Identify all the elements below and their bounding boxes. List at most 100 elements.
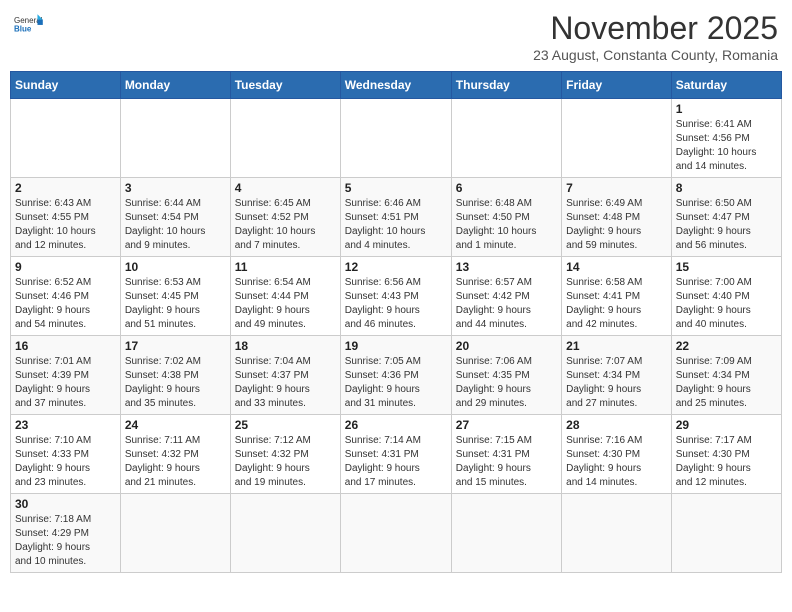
cell-info: Sunrise: 7:12 AM Sunset: 4:32 PM Dayligh… (235, 434, 336, 490)
column-header-monday: Monday (120, 72, 230, 99)
day-number: 23 (15, 418, 116, 432)
cell-info: Sunrise: 7:10 AM Sunset: 4:33 PM Dayligh… (15, 434, 116, 490)
calendar-cell: 20Sunrise: 7:06 AM Sunset: 4:35 PM Dayli… (451, 336, 561, 415)
cell-info: Sunrise: 7:17 AM Sunset: 4:30 PM Dayligh… (676, 434, 777, 490)
day-number: 21 (566, 339, 667, 353)
day-number: 28 (566, 418, 667, 432)
cell-info: Sunrise: 6:46 AM Sunset: 4:51 PM Dayligh… (345, 197, 447, 253)
column-header-thursday: Thursday (451, 72, 561, 99)
calendar-cell: 15 Sunrise: 7:00 AM Sunset: 4:40 PM Dayli… (671, 257, 781, 336)
calendar-cell: 9Sunrise: 6:52 AM Sunset: 4:46 PM Daylig… (11, 257, 121, 336)
column-header-saturday: Saturday (671, 72, 781, 99)
calendar-cell (671, 494, 781, 573)
cell-info: Sunrise: 7:18 AM Sunset: 4:29 PM Dayligh… (15, 513, 116, 569)
cell-info: Sunrise: 7:01 AM Sunset: 4:39 PM Dayligh… (15, 355, 116, 411)
calendar-cell: 3 Sunrise: 6:44 AM Sunset: 4:54 PM Daylig… (120, 178, 230, 257)
calendar-week-row: 16Sunrise: 7:01 AM Sunset: 4:39 PM Dayli… (11, 336, 782, 415)
calendar-cell: 28 Sunrise: 7:16 AM Sunset: 4:30 PM Dayli… (562, 415, 672, 494)
cell-info: Sunrise: 6:57 AM Sunset: 4:42 PM Dayligh… (456, 276, 557, 332)
day-number: 14 (566, 260, 667, 274)
calendar-cell: 2 Sunrise: 6:43 AM Sunset: 4:55 PM Daylig… (11, 178, 121, 257)
day-number: 2 (15, 181, 116, 195)
cell-info: Sunrise: 6:50 AM Sunset: 4:47 PM Dayligh… (676, 197, 777, 253)
day-number: 13 (456, 260, 557, 274)
day-number: 17 (125, 339, 226, 353)
day-number: 8 (676, 181, 777, 195)
calendar-table: SundayMondayTuesdayWednesdayThursdayFrid… (10, 71, 782, 573)
day-number: 6 (456, 181, 557, 195)
cell-info: Sunrise: 6:54 AM Sunset: 4:44 PM Dayligh… (235, 276, 336, 332)
cell-info: Sunrise: 7:00 AM Sunset: 4:40 PM Dayligh… (676, 276, 777, 332)
calendar-cell: 26 Sunrise: 7:14 AM Sunset: 4:31 PM Dayli… (340, 415, 451, 494)
day-number: 10 (125, 260, 226, 274)
calendar-cell: 29Sunrise: 7:17 AM Sunset: 4:30 PM Dayli… (671, 415, 781, 494)
calendar-cell (11, 99, 121, 178)
day-number: 12 (345, 260, 447, 274)
cell-info: Sunrise: 7:15 AM Sunset: 4:31 PM Dayligh… (456, 434, 557, 490)
column-header-tuesday: Tuesday (230, 72, 340, 99)
calendar-cell: 1Sunrise: 6:41 AM Sunset: 4:56 PM Daylig… (671, 99, 781, 178)
cell-info: Sunrise: 7:14 AM Sunset: 4:31 PM Dayligh… (345, 434, 447, 490)
day-number: 18 (235, 339, 336, 353)
calendar-cell: 16Sunrise: 7:01 AM Sunset: 4:39 PM Dayli… (11, 336, 121, 415)
calendar-cell: 25Sunrise: 7:12 AM Sunset: 4:32 PM Dayli… (230, 415, 340, 494)
logo: GeneralBlue (14, 10, 46, 42)
calendar-cell (120, 99, 230, 178)
month-title: November 2025 (533, 10, 778, 47)
calendar-cell (340, 99, 451, 178)
calendar-cell: 10 Sunrise: 6:53 AM Sunset: 4:45 PM Dayli… (120, 257, 230, 336)
calendar-week-row: 30 Sunrise: 7:18 AM Sunset: 4:29 PM Dayli… (11, 494, 782, 573)
day-number: 3 (125, 181, 226, 195)
cell-info: Sunrise: 7:05 AM Sunset: 4:36 PM Dayligh… (345, 355, 447, 411)
calendar-cell: 18 Sunrise: 7:04 AM Sunset: 4:37 PM Dayli… (230, 336, 340, 415)
calendar-cell: 11Sunrise: 6:54 AM Sunset: 4:44 PM Dayli… (230, 257, 340, 336)
calendar-cell: 6 Sunrise: 6:48 AM Sunset: 4:50 PM Daylig… (451, 178, 561, 257)
calendar-cell: 21 Sunrise: 7:07 AM Sunset: 4:34 PM Dayli… (562, 336, 672, 415)
calendar-cell: 19 Sunrise: 7:05 AM Sunset: 4:36 PM Dayli… (340, 336, 451, 415)
cell-info: Sunrise: 6:58 AM Sunset: 4:41 PM Dayligh… (566, 276, 667, 332)
calendar-week-row: 23 Sunrise: 7:10 AM Sunset: 4:33 PM Dayli… (11, 415, 782, 494)
cell-info: Sunrise: 6:44 AM Sunset: 4:54 PM Dayligh… (125, 197, 226, 253)
column-header-sunday: Sunday (11, 72, 121, 99)
cell-info: Sunrise: 6:56 AM Sunset: 4:43 PM Dayligh… (345, 276, 447, 332)
calendar-cell (230, 99, 340, 178)
title-block: November 2025 23 August, Constanta Count… (533, 10, 778, 63)
calendar-cell: 8 Sunrise: 6:50 AM Sunset: 4:47 PM Daylig… (671, 178, 781, 257)
calendar-cell: 14 Sunrise: 6:58 AM Sunset: 4:41 PM Dayli… (562, 257, 672, 336)
cell-info: Sunrise: 6:41 AM Sunset: 4:56 PM Dayligh… (676, 118, 777, 174)
cell-info: Sunrise: 7:16 AM Sunset: 4:30 PM Dayligh… (566, 434, 667, 490)
calendar-cell: 17 Sunrise: 7:02 AM Sunset: 4:38 PM Dayli… (120, 336, 230, 415)
calendar-week-row: 1Sunrise: 6:41 AM Sunset: 4:56 PM Daylig… (11, 99, 782, 178)
calendar-week-row: 2 Sunrise: 6:43 AM Sunset: 4:55 PM Daylig… (11, 178, 782, 257)
day-number: 30 (15, 497, 116, 511)
calendar-week-row: 9Sunrise: 6:52 AM Sunset: 4:46 PM Daylig… (11, 257, 782, 336)
svg-text:Blue: Blue (14, 24, 32, 33)
calendar-cell: 12 Sunrise: 6:56 AM Sunset: 4:43 PM Dayli… (340, 257, 451, 336)
calendar-cell: 7Sunrise: 6:49 AM Sunset: 4:48 PM Daylig… (562, 178, 672, 257)
day-number: 5 (345, 181, 447, 195)
cell-info: Sunrise: 7:06 AM Sunset: 4:35 PM Dayligh… (456, 355, 557, 411)
cell-info: Sunrise: 6:48 AM Sunset: 4:50 PM Dayligh… (456, 197, 557, 253)
column-header-friday: Friday (562, 72, 672, 99)
cell-info: Sunrise: 6:43 AM Sunset: 4:55 PM Dayligh… (15, 197, 116, 253)
page-header: GeneralBlue November 2025 23 August, Con… (10, 10, 782, 63)
cell-info: Sunrise: 6:53 AM Sunset: 4:45 PM Dayligh… (125, 276, 226, 332)
day-number: 22 (676, 339, 777, 353)
day-number: 15 (676, 260, 777, 274)
cell-info: Sunrise: 7:07 AM Sunset: 4:34 PM Dayligh… (566, 355, 667, 411)
calendar-cell (451, 494, 561, 573)
day-number: 27 (456, 418, 557, 432)
calendar-cell: 4Sunrise: 6:45 AM Sunset: 4:52 PM Daylig… (230, 178, 340, 257)
cell-info: Sunrise: 7:02 AM Sunset: 4:38 PM Dayligh… (125, 355, 226, 411)
subtitle: 23 August, Constanta County, Romania (533, 47, 778, 63)
day-number: 26 (345, 418, 447, 432)
calendar-cell: 27 Sunrise: 7:15 AM Sunset: 4:31 PM Dayli… (451, 415, 561, 494)
calendar-cell: 22 Sunrise: 7:09 AM Sunset: 4:34 PM Dayli… (671, 336, 781, 415)
day-number: 19 (345, 339, 447, 353)
cell-info: Sunrise: 7:04 AM Sunset: 4:37 PM Dayligh… (235, 355, 336, 411)
cell-info: Sunrise: 6:45 AM Sunset: 4:52 PM Dayligh… (235, 197, 336, 253)
cell-info: Sunrise: 7:11 AM Sunset: 4:32 PM Dayligh… (125, 434, 226, 490)
calendar-cell (340, 494, 451, 573)
calendar-cell (451, 99, 561, 178)
cell-info: Sunrise: 7:09 AM Sunset: 4:34 PM Dayligh… (676, 355, 777, 411)
